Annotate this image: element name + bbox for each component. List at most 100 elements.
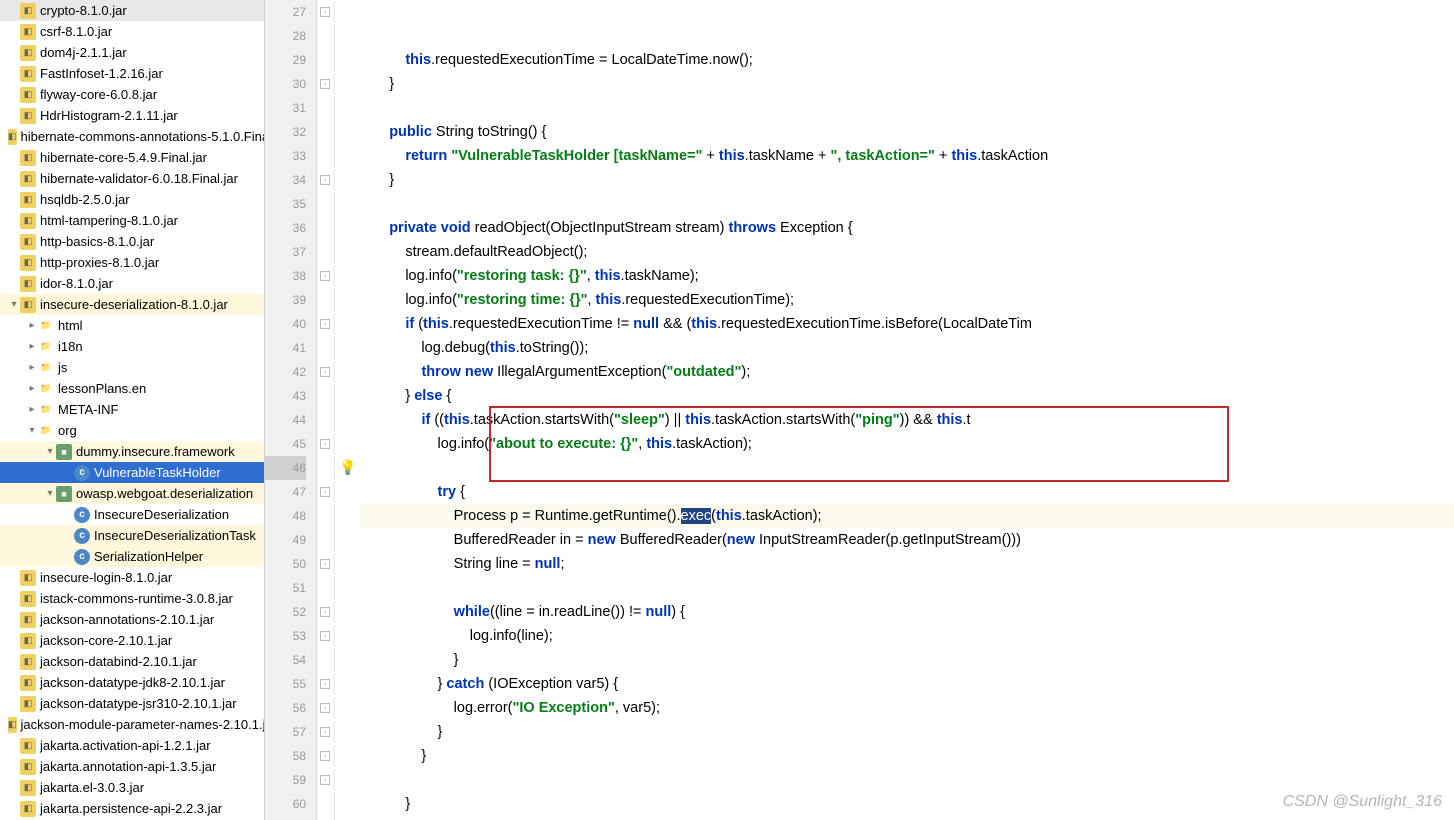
code-line[interactable]: if ((this.taskAction.startsWith("sleep")… xyxy=(361,408,1454,432)
tree-item[interactable]: owasp.webgoat.deserialization xyxy=(0,483,264,504)
tree-item[interactable]: jackson-module-parameter-names-2.10.1.ja… xyxy=(0,714,264,735)
expand-arrow-icon[interactable] xyxy=(8,299,20,310)
fold-toggle-icon[interactable] xyxy=(320,679,330,689)
fold-toggle-icon[interactable] xyxy=(320,487,330,497)
tree-item[interactable]: jackson-datatype-jdk8-2.10.1.jar xyxy=(0,672,264,693)
code-line[interactable]: log.error("IO Exception", var5); xyxy=(361,696,1454,720)
fold-toggle-icon[interactable] xyxy=(320,439,330,449)
code-line[interactable]: stream.defaultReadObject(); xyxy=(361,240,1454,264)
tree-item[interactable]: idor-8.1.0.jar xyxy=(0,273,264,294)
tree-item[interactable]: InsecureDeserializationTask xyxy=(0,525,264,546)
tree-item[interactable]: html-tampering-8.1.0.jar xyxy=(0,210,264,231)
code-line[interactable]: log.info("about to execute: {}", this.ta… xyxy=(361,432,1454,456)
tree-item[interactable]: FastInfoset-1.2.16.jar xyxy=(0,63,264,84)
tree-item[interactable]: jakarta.el-3.0.3.jar xyxy=(0,777,264,798)
code-line[interactable]: log.info("restoring task: {}", this.task… xyxy=(361,264,1454,288)
code-line[interactable]: log.info("restoring time: {}", this.requ… xyxy=(361,288,1454,312)
fold-toggle-icon[interactable] xyxy=(320,79,330,89)
tree-item[interactable]: lessonPlans.en xyxy=(0,378,264,399)
code-line[interactable]: this.requestedExecutionTime = LocalDateT… xyxy=(361,48,1454,72)
tree-item[interactable]: SerializationHelper xyxy=(0,546,264,567)
fold-toggle-icon[interactable] xyxy=(320,559,330,569)
code-line[interactable]: BufferedReader in = new BufferedReader(n… xyxy=(361,528,1454,552)
code-line[interactable]: log.debug(this.toString()); xyxy=(361,336,1454,360)
code-line[interactable]: } xyxy=(361,792,1454,816)
tree-item[interactable]: html xyxy=(0,315,264,336)
tree-item[interactable]: dom4j-2.1.1.jar xyxy=(0,42,264,63)
expand-arrow-icon[interactable] xyxy=(26,341,38,352)
fold-toggle-icon[interactable] xyxy=(320,367,330,377)
code-line[interactable]: } catch (IOException var5) { xyxy=(361,672,1454,696)
code-line[interactable]: while((line = in.readLine()) != null) { xyxy=(361,600,1454,624)
tree-item[interactable]: istack-commons-runtime-3.0.8.jar xyxy=(0,588,264,609)
tree-item[interactable]: flyway-core-6.0.8.jar xyxy=(0,84,264,105)
expand-arrow-icon[interactable] xyxy=(26,362,38,373)
fold-strip[interactable] xyxy=(317,0,335,820)
tree-item[interactable]: csrf-8.1.0.jar xyxy=(0,21,264,42)
fold-toggle-icon[interactable] xyxy=(320,607,330,617)
expand-arrow-icon[interactable] xyxy=(44,488,56,499)
tree-item[interactable]: hibernate-core-5.4.9.Final.jar xyxy=(0,147,264,168)
tree-item[interactable]: i18n xyxy=(0,336,264,357)
fold-toggle-icon[interactable] xyxy=(320,7,330,17)
code-line[interactable]: try { xyxy=(361,480,1454,504)
expand-arrow-icon[interactable] xyxy=(26,425,38,436)
tree-item[interactable]: http-proxies-8.1.0.jar xyxy=(0,252,264,273)
tree-item[interactable]: crypto-8.1.0.jar xyxy=(0,0,264,21)
code-line[interactable]: } xyxy=(361,72,1454,96)
code-line[interactable]: } xyxy=(361,720,1454,744)
tree-item[interactable]: jakarta.annotation-api-1.3.5.jar xyxy=(0,756,264,777)
code-line[interactable] xyxy=(361,456,1454,480)
tree-item[interactable]: hsqldb-2.5.0.jar xyxy=(0,189,264,210)
code-line[interactable]: log.info(line); xyxy=(361,624,1454,648)
code-line[interactable]: if (this.requestedExecutionTime != null … xyxy=(361,312,1454,336)
code-line[interactable] xyxy=(361,768,1454,792)
tree-item[interactable]: jackson-datatype-jsr310-2.10.1.jar xyxy=(0,693,264,714)
tree-item[interactable]: jakarta.persistence-api-2.2.3.jar xyxy=(0,798,264,819)
tree-item[interactable]: insecure-deserialization-8.1.0.jar xyxy=(0,294,264,315)
tree-item[interactable]: http-basics-8.1.0.jar xyxy=(0,231,264,252)
code-line[interactable]: public String toString() { xyxy=(361,120,1454,144)
tree-item[interactable]: hibernate-commons-annotations-5.1.0.Fina… xyxy=(0,126,264,147)
code-line[interactable] xyxy=(361,96,1454,120)
intention-bulb-icon[interactable]: 💡 xyxy=(339,459,356,476)
code-line[interactable]: Process p = Runtime.getRuntime().exec(th… xyxy=(361,504,1454,528)
fold-toggle-icon[interactable] xyxy=(320,319,330,329)
tree-item[interactable]: VulnerableTaskHolder xyxy=(0,462,264,483)
code-area[interactable]: this.requestedExecutionTime = LocalDateT… xyxy=(359,0,1454,820)
expand-arrow-icon[interactable] xyxy=(26,383,38,394)
fold-toggle-icon[interactable] xyxy=(320,751,330,761)
tree-item[interactable]: insecure-login-8.1.0.jar xyxy=(0,567,264,588)
fold-toggle-icon[interactable] xyxy=(320,703,330,713)
code-line[interactable]: String line = null; xyxy=(361,552,1454,576)
tree-item[interactable]: dummy.insecure.framework xyxy=(0,441,264,462)
fold-toggle-icon[interactable] xyxy=(320,775,330,785)
tree-item[interactable]: jackson-core-2.10.1.jar xyxy=(0,630,264,651)
code-line[interactable] xyxy=(361,192,1454,216)
code-line[interactable]: } xyxy=(361,744,1454,768)
tree-item[interactable]: META-INF xyxy=(0,399,264,420)
code-line[interactable]: throw new IllegalArgumentException("outd… xyxy=(361,360,1454,384)
tree-item[interactable]: org xyxy=(0,420,264,441)
expand-arrow-icon[interactable] xyxy=(44,446,56,457)
code-line[interactable]: } else { xyxy=(361,384,1454,408)
tree-item[interactable]: js xyxy=(0,357,264,378)
fold-toggle-icon[interactable] xyxy=(320,271,330,281)
fold-toggle-icon[interactable] xyxy=(320,727,330,737)
fold-toggle-icon[interactable] xyxy=(320,631,330,641)
code-line[interactable]: } xyxy=(361,816,1454,820)
tree-item[interactable]: jackson-annotations-2.10.1.jar xyxy=(0,609,264,630)
expand-arrow-icon[interactable] xyxy=(26,404,38,415)
tree-item[interactable]: InsecureDeserialization xyxy=(0,504,264,525)
code-editor[interactable]: 2728293031323334353637383940414243444546… xyxy=(265,0,1454,820)
project-tree[interactable]: crypto-8.1.0.jarcsrf-8.1.0.jardom4j-2.1.… xyxy=(0,0,265,820)
tree-item[interactable]: hibernate-validator-6.0.18.Final.jar xyxy=(0,168,264,189)
code-line[interactable]: } xyxy=(361,168,1454,192)
code-line[interactable]: private void readObject(ObjectInputStrea… xyxy=(361,216,1454,240)
tree-item[interactable]: jakarta.activation-api-1.2.1.jar xyxy=(0,735,264,756)
fold-toggle-icon[interactable] xyxy=(320,175,330,185)
expand-arrow-icon[interactable] xyxy=(26,320,38,331)
code-line[interactable] xyxy=(361,576,1454,600)
tree-item[interactable]: HdrHistogram-2.1.11.jar xyxy=(0,105,264,126)
code-line[interactable]: return "VulnerableTaskHolder [taskName="… xyxy=(361,144,1454,168)
